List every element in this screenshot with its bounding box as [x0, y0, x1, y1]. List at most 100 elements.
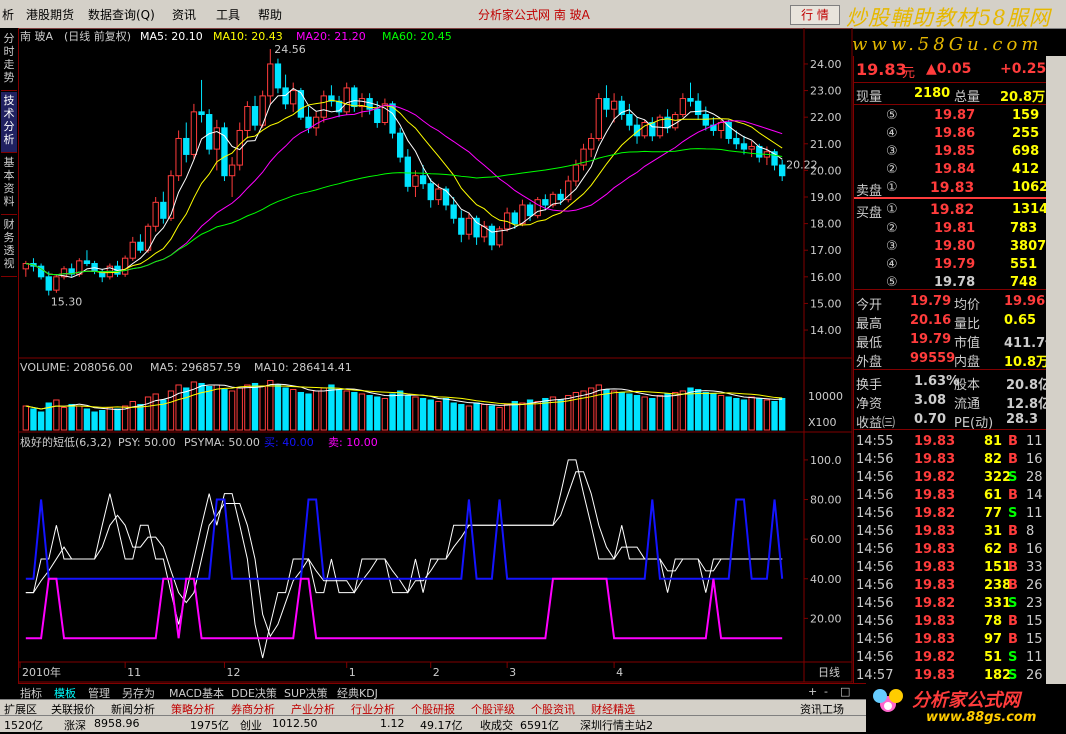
volume-bar — [748, 396, 755, 431]
candle-body — [465, 217, 473, 235]
stat-label: 内盘 — [954, 355, 981, 370]
menu-tools[interactable]: 工具 — [216, 6, 240, 23]
chart-area[interactable]: 南 玻A (日线 前复权) MA5: 20.10 MA10: 20.43 MA2… — [18, 28, 853, 683]
stat-value: 10.8万 — [1004, 355, 1050, 370]
menu-news[interactable]: 资讯 — [172, 6, 196, 23]
volume-bar — [626, 393, 633, 431]
candle-body — [45, 276, 52, 291]
ask1-level: ① — [886, 180, 898, 195]
indicator-tab[interactable]: 经典KDJ — [337, 685, 378, 700]
candle-body — [473, 217, 480, 238]
tab-technical[interactable]: 技术分析 — [1, 92, 17, 153]
indicator-tab[interactable]: MACD基本 — [169, 685, 224, 700]
stats-row: 换手 1.63% 股本 20.8亿 — [854, 372, 1051, 393]
stats-row: 最高 20.16 量比 0.65 — [854, 311, 1046, 332]
candle-body — [740, 143, 748, 150]
volume-bar — [458, 403, 465, 431]
candle-body — [733, 137, 740, 145]
tick-time: 14:56 — [856, 650, 894, 665]
tab-financials[interactable]: 财务透视 — [1, 216, 17, 277]
volume-bar — [244, 384, 251, 431]
zoom-control[interactable]: - — [824, 685, 828, 699]
bid1-row: 买盘 ① 19.82 1314 — [854, 200, 1048, 221]
volume-bar — [83, 408, 91, 431]
bid1-price: 19.82 — [930, 202, 975, 218]
period-label[interactable]: 日线 — [818, 665, 840, 679]
ask1-price: 19.83 — [930, 180, 975, 196]
price-tick-label: 14.00 — [810, 324, 842, 337]
tick-row: 14:56 19.82 77 S 11 — [854, 504, 1046, 523]
candle-body — [717, 122, 725, 131]
tick-time: 14:56 — [856, 560, 894, 575]
tick-volume: 97 — [984, 632, 1003, 647]
candle-body — [748, 145, 755, 150]
zoom-control[interactable]: □ — [840, 685, 850, 699]
date-tick-label: 2010年 — [22, 665, 61, 679]
indicator-tab[interactable]: 指标 — [20, 685, 42, 700]
indicator-tab[interactable]: 另存为 — [122, 685, 155, 700]
volume-bar — [435, 400, 442, 431]
indicator-tab[interactable]: 管理 — [88, 685, 110, 700]
volume-bar — [267, 379, 274, 431]
tick-price: 19.83 — [914, 452, 956, 467]
volume-bar — [740, 399, 748, 431]
tick-side: B — [1008, 452, 1018, 467]
volume-bar — [37, 411, 45, 431]
tab-intraday[interactable]: 分时走势 — [1, 30, 17, 91]
tab-fundamentals[interactable]: 基本资料 — [1, 154, 17, 215]
stats-row: 外盘 99559 内盘 10.8万 — [854, 349, 1050, 370]
indicator-tab[interactable]: SUP决策 — [284, 685, 328, 700]
volume-bar — [427, 399, 434, 431]
menu-help[interactable]: 帮助 — [258, 6, 282, 23]
tick-price: 19.83 — [914, 560, 956, 575]
market-button[interactable]: 行 情 — [790, 5, 840, 25]
stat-value: 3.08 — [914, 393, 947, 408]
tick-price: 19.83 — [914, 614, 956, 629]
volume-bar — [725, 396, 732, 431]
watermark-title: 炒股輔助教材58服网 — [846, 6, 1051, 30]
volume-bar — [442, 397, 450, 431]
volume-bar — [358, 393, 366, 431]
tick-count: 23 — [1026, 596, 1043, 611]
app-title: 分析家公式网 南 玻A — [478, 8, 590, 22]
volume-bar — [473, 402, 480, 431]
volume-bar — [679, 390, 687, 431]
menu-analysis[interactable]: 析 — [2, 6, 14, 23]
tick-row: 14:56 19.83 151 B 33 — [854, 558, 1046, 577]
ask-price: 19.84 — [934, 162, 976, 177]
volume-bar — [664, 393, 671, 431]
menu-data-query[interactable]: 数据查询(Q) — [88, 6, 155, 23]
volume-bar — [251, 382, 259, 431]
tick-price: 19.82 — [914, 596, 956, 611]
candle-body — [679, 98, 687, 116]
volume-bar — [381, 397, 389, 431]
indicator-name: 极好的短低(6,3,2) — [20, 435, 112, 449]
volume-bar — [534, 400, 541, 431]
indicator-tab[interactable]: 模板 — [54, 685, 76, 700]
volume-bar — [481, 403, 488, 431]
stock-name: 南 玻A — [20, 30, 53, 43]
annotation-low: 15.30 — [51, 295, 83, 308]
tick-count: 11 — [1026, 506, 1043, 521]
indicator-tick-label: 60.00 — [810, 533, 842, 546]
ask1-row: 卖盘 ① 19.83 1062 — [854, 178, 1048, 199]
zoom-control[interactable]: + — [808, 685, 817, 699]
volume-bar — [297, 391, 305, 431]
indicator-line-2 — [25, 498, 784, 580]
menu-hk-futures[interactable]: 港股期货 — [26, 6, 74, 23]
tick-volume: 82 — [984, 452, 1003, 467]
candle-body — [274, 63, 282, 89]
volume-bar — [389, 393, 396, 431]
ask-level: ③ — [886, 144, 898, 159]
quote-scrollbar[interactable] — [1046, 56, 1066, 684]
volume-bar — [129, 400, 136, 431]
volume-bar — [236, 387, 243, 431]
candle-body — [595, 98, 602, 139]
ask-row: ③ 19.85 698 — [854, 142, 1046, 161]
candle-body — [351, 87, 358, 108]
candle-body — [251, 106, 259, 126]
volume-bar — [633, 394, 641, 431]
volume-bar — [511, 400, 518, 431]
stats-row: 收益㈢ 0.70 PE(动) 28.3 — [854, 410, 1046, 431]
indicator-tab[interactable]: DDE决策 — [231, 685, 277, 700]
